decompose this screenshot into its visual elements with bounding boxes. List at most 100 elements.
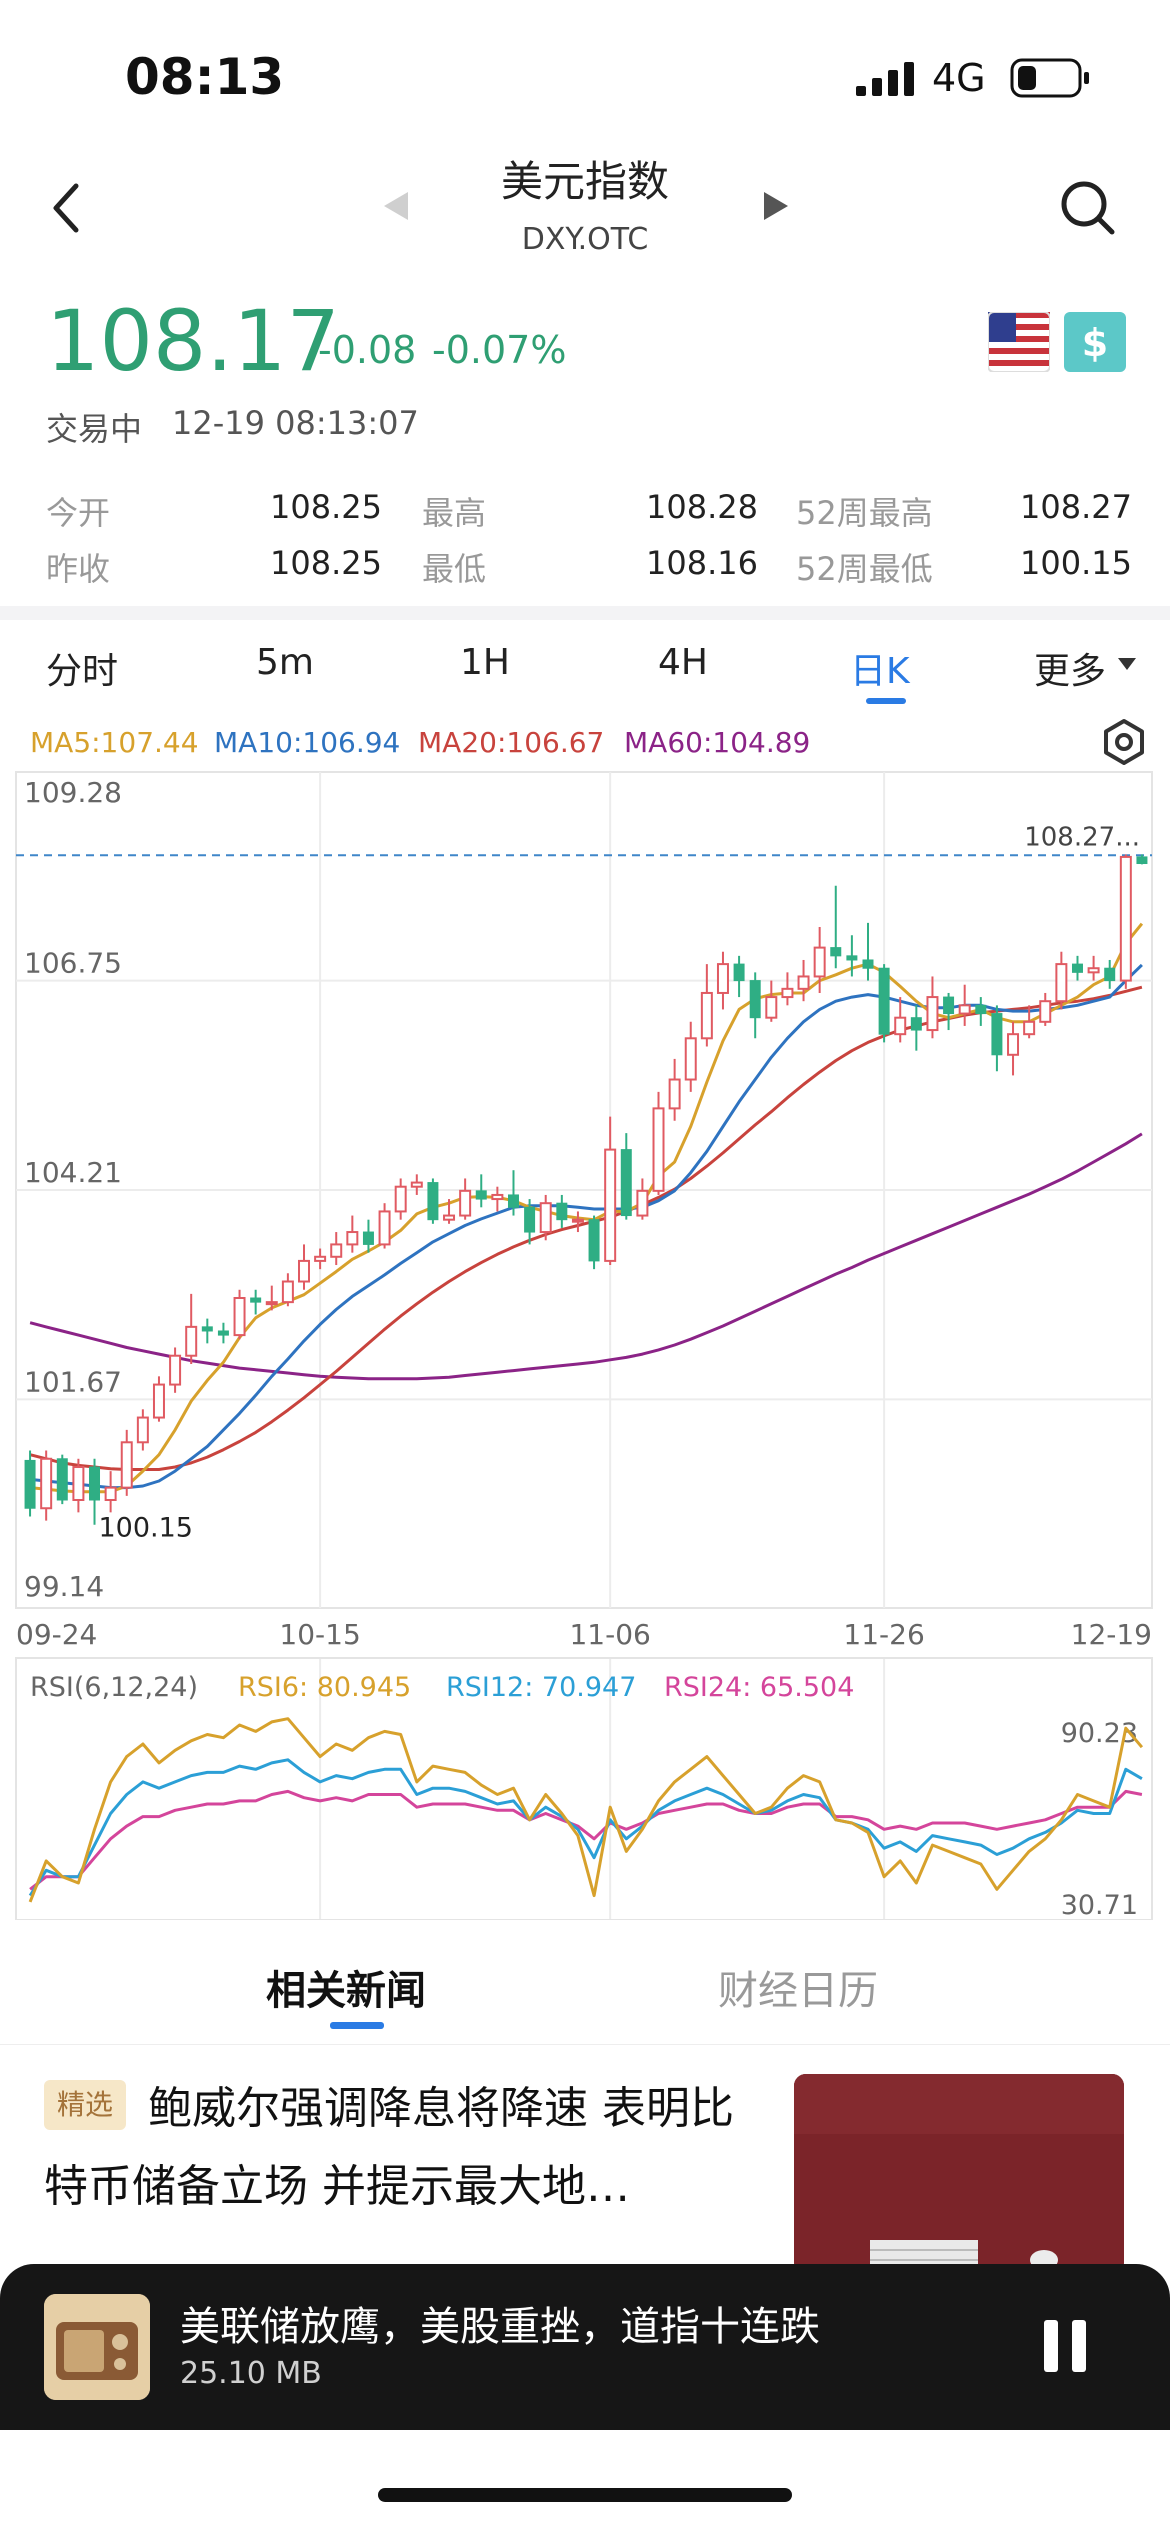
candle	[1087, 955, 1100, 981]
candle	[1104, 959, 1116, 989]
candle	[201, 1318, 213, 1344]
tab-more[interactable]: 更多	[1034, 642, 1106, 694]
chart-settings-icon[interactable]	[1100, 718, 1148, 766]
section-divider	[0, 606, 1170, 620]
stat-label-52w-low: 52周最低	[796, 550, 933, 588]
candle	[281, 1273, 294, 1307]
candle	[926, 976, 939, 1039]
candle	[652, 1091, 665, 1195]
price-change: -0.08	[318, 328, 417, 372]
tab-related-news[interactable]: 相关新闻	[266, 1958, 426, 2016]
news-headline[interactable]: 鲍威尔强调降息将降速 表明比特币储备立场 并提示最大地…	[44, 2070, 764, 2226]
news-divider	[0, 2044, 1170, 2045]
pause-icon[interactable]	[1040, 2318, 1090, 2374]
player-track-title: 美联储放鹰，美股重挫，道指十连跌	[180, 2304, 820, 2350]
stat-label-52w-high: 52周最高	[796, 494, 933, 532]
rsi-label: RSI(6,12,24)	[30, 1672, 198, 1703]
candle	[733, 955, 745, 998]
candle	[765, 980, 778, 1022]
rsi12-legend: RSI12: 70.947	[446, 1672, 636, 1703]
ma10-legend: MA10:106.94	[214, 726, 401, 759]
news-thumbnail[interactable]	[794, 2074, 1124, 2274]
candle	[991, 1005, 1003, 1072]
candle	[427, 1178, 439, 1224]
candle	[781, 972, 794, 1006]
candle	[878, 964, 890, 1043]
y-tick-label: 101.67	[24, 1365, 122, 1398]
stat-value-low: 108.16	[646, 544, 758, 582]
stat-value-open: 108.25	[270, 488, 382, 526]
tab-4h[interactable]: 4H	[658, 642, 708, 683]
rsi12-line	[28, 1758, 1143, 1897]
trade-status: 交易中	[46, 410, 143, 448]
search-icon[interactable]	[1058, 178, 1116, 236]
us-flag-icon[interactable]	[988, 312, 1050, 372]
tab-intraday[interactable]: 分时	[46, 642, 118, 694]
ma10-line	[29, 963, 1143, 1490]
candle	[40, 1450, 53, 1521]
candle	[120, 1429, 133, 1496]
candle	[749, 972, 761, 1039]
dollar-icon[interactable]: $	[1064, 312, 1126, 372]
candle	[217, 1322, 229, 1344]
page-title: 美元指数	[500, 157, 669, 206]
candle	[314, 1248, 327, 1270]
stat-value-52w-high: 108.27	[1020, 488, 1132, 526]
tab-5m[interactable]: 5m	[256, 642, 314, 683]
low-price-label: 100.15	[99, 1513, 193, 1544]
stat-label-high: 最高	[422, 494, 487, 532]
last-price-label: 108.27...	[1024, 822, 1140, 852]
stat-label-low: 最低	[422, 550, 487, 588]
candle	[24, 1450, 36, 1517]
candle	[910, 1005, 922, 1051]
quote-time: 12-19 08:13:07	[172, 404, 419, 442]
candle	[169, 1347, 182, 1393]
svg-text:$: $	[1082, 321, 1108, 365]
x-tick-label: 09-24	[16, 1618, 97, 1651]
candle	[975, 997, 987, 1026]
y-tick-label: 106.75	[24, 947, 122, 980]
rsi-bottom-label: 30.71	[1061, 1890, 1138, 1920]
next-arrow-icon[interactable]	[760, 190, 792, 222]
radio-art-icon	[44, 2294, 150, 2400]
candle	[684, 1021, 697, 1092]
candle	[104, 1471, 117, 1513]
candle	[588, 1215, 600, 1270]
stat-label-open: 今开	[46, 494, 111, 532]
candle	[556, 1194, 568, 1228]
candle	[958, 984, 971, 1026]
candle	[668, 1058, 681, 1121]
news-tab-indicator	[330, 2022, 384, 2029]
candle	[1055, 951, 1068, 1010]
candle	[152, 1376, 165, 1422]
candle	[330, 1232, 343, 1266]
rsi-top-label: 90.23	[1061, 1718, 1138, 1749]
player-file-size: 25.10 MB	[180, 2356, 322, 2391]
battery-icon	[1010, 58, 1089, 98]
x-tick-label: 12-19	[1071, 1618, 1152, 1651]
network-type: 4G	[932, 56, 986, 100]
candle	[185, 1293, 198, 1364]
rsi24-legend: RSI24: 65.504	[664, 1672, 854, 1703]
tab-economic-calendar[interactable]: 财经日历	[718, 1958, 878, 2016]
candle	[298, 1244, 310, 1290]
candle	[233, 1289, 246, 1340]
tab-1h[interactable]: 1H	[460, 642, 510, 683]
kline-chart[interactable]: 109.28 106.75 104.21 101.67 99.14 09-24 10-15 1…	[0, 760, 1170, 1920]
caret-down-icon[interactable]	[1118, 658, 1136, 672]
ma20-line	[29, 985, 1143, 1471]
signal-bars-icon	[856, 62, 914, 96]
candle	[716, 951, 729, 1010]
candle	[475, 1174, 487, 1208]
candle	[1119, 854, 1132, 989]
news-image	[794, 2074, 1124, 2274]
y-tick-label: 104.21	[24, 1156, 122, 1189]
candle	[943, 992, 955, 1031]
candle	[620, 1133, 632, 1220]
ma5-legend: MA5:107.44	[30, 726, 199, 759]
candle	[459, 1178, 472, 1220]
tab-daily-k[interactable]: 日K	[850, 642, 910, 694]
price-change-percent: -0.07%	[432, 328, 567, 372]
news-tab-bar	[0, 1924, 1170, 2048]
tab-active-indicator	[866, 698, 906, 704]
